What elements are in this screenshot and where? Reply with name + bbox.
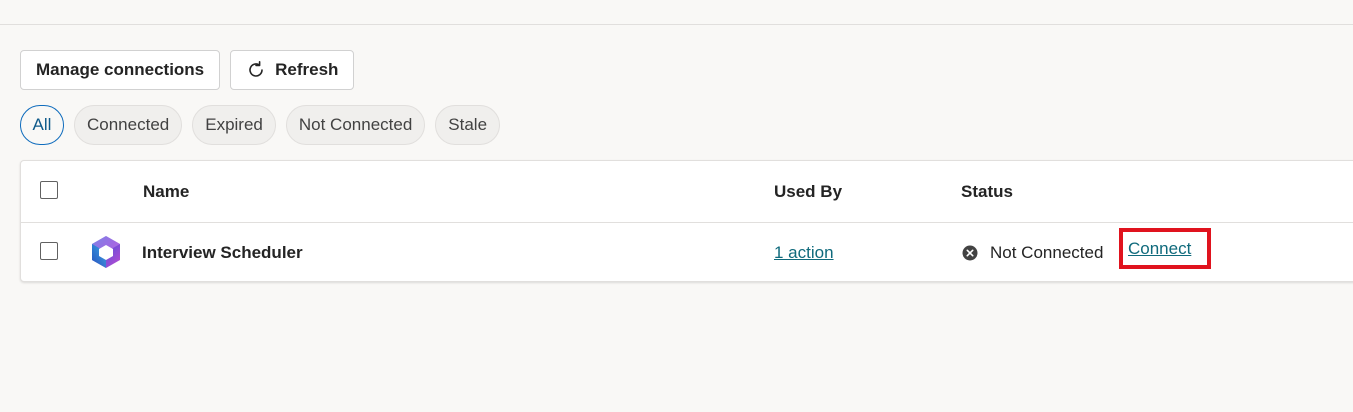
row-select-checkbox[interactable] [40,242,58,260]
filter-stale[interactable]: Stale [435,105,501,145]
refresh-button[interactable]: Refresh [230,50,355,90]
connect-cell: Connect [1128,229,1191,269]
filter-connected[interactable]: Connected [74,105,183,145]
error-circle-icon [962,245,978,260]
used-by-link[interactable]: 1 action [774,222,834,283]
microsoft-365-logo-icon [92,236,120,268]
refresh-icon [249,61,263,77]
filter-expired[interactable]: Expired [192,105,276,145]
column-header-name[interactable]: Name [143,161,189,222]
connection-name: Interview Scheduler [142,242,303,262]
status-filter-pills: All Connected Expired Not Connected Stal… [20,105,501,145]
column-header-status[interactable]: Status [961,161,1013,222]
toolbar: Manage connections Refresh [20,50,355,90]
filter-all[interactable]: All [20,105,64,145]
refresh-label: Refresh [275,60,339,79]
manage-connections-button[interactable]: Manage connections [20,50,221,90]
connect-link[interactable]: Connect [1128,239,1191,259]
status-text: Not Connected [990,242,1104,262]
filter-not-connected[interactable]: Not Connected [285,105,426,145]
status-cell: Not Connected [962,222,1103,283]
manage-connections-label: Manage connections [36,60,205,79]
select-all-checkbox[interactable] [40,181,58,199]
header-divider [0,24,1353,25]
table-header-row: Name Used By Status [21,161,1353,223]
column-header-used-by[interactable]: Used By [774,161,842,222]
